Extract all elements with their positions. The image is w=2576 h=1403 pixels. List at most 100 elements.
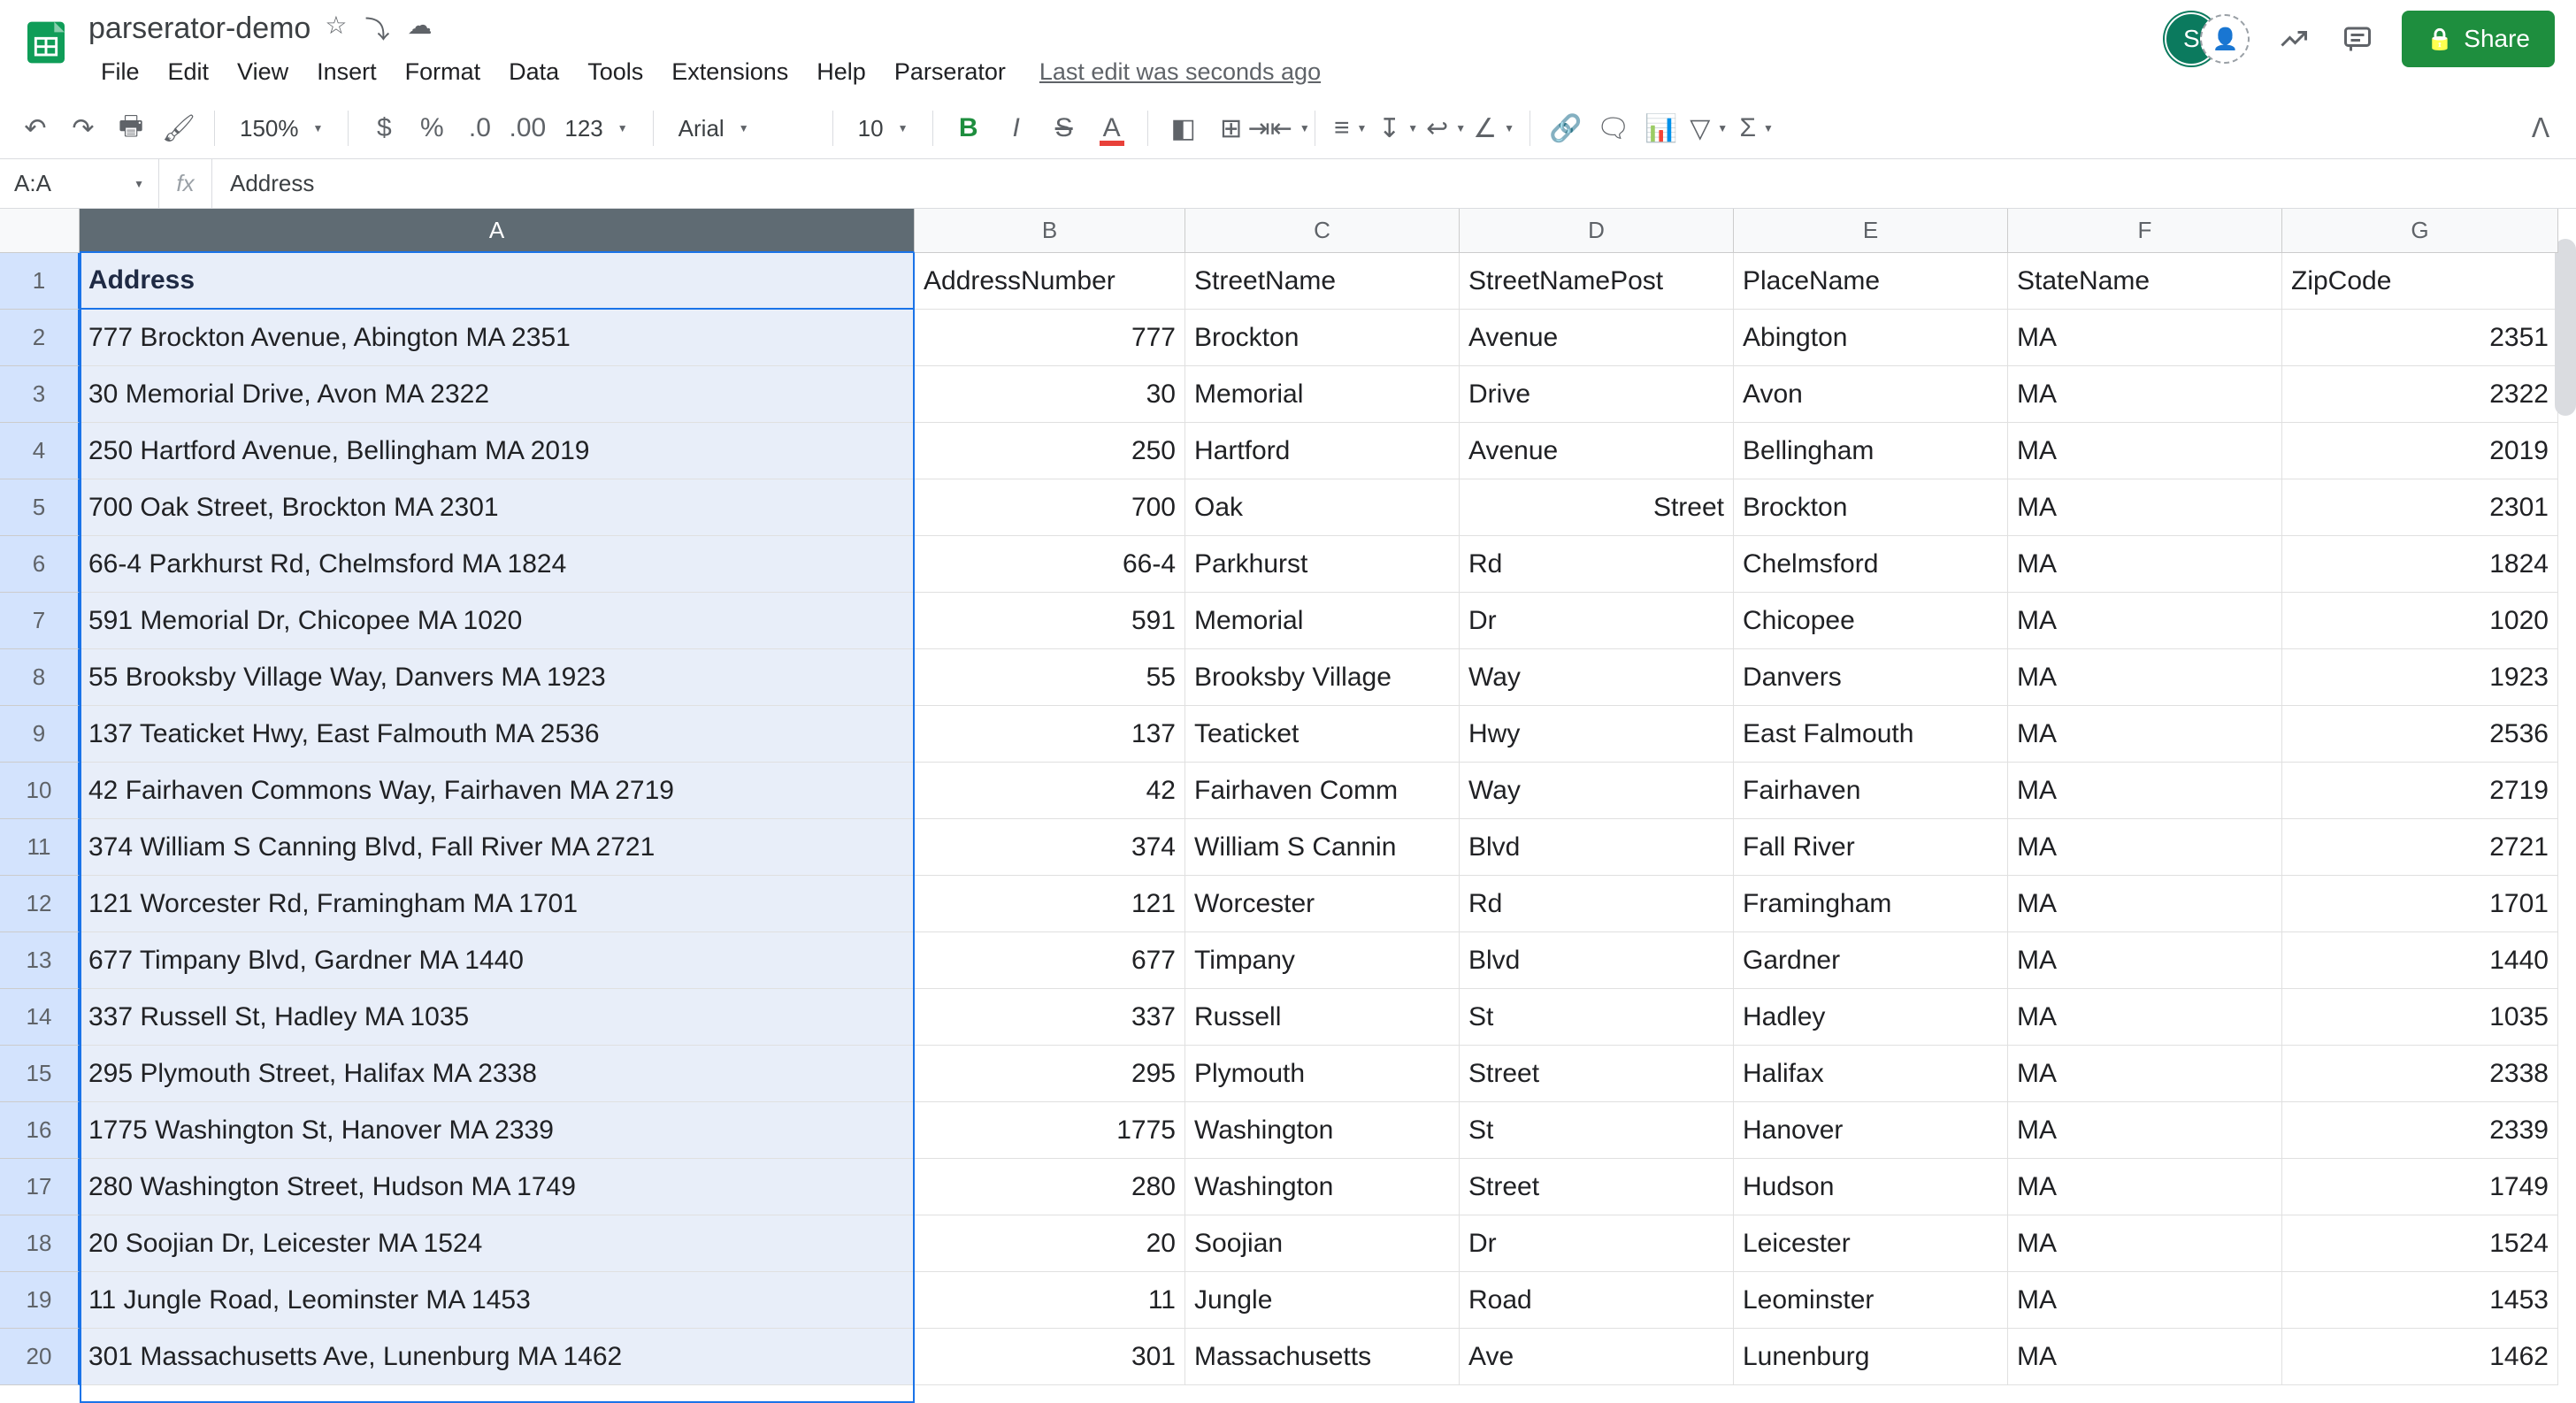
cell[interactable]: Fall River: [1734, 819, 2008, 876]
cell[interactable]: Street: [1460, 1046, 1734, 1102]
cell[interactable]: 677 Timpany Blvd, Gardner MA 1440: [80, 932, 915, 989]
vertical-scrollbar[interactable]: [2555, 239, 2576, 416]
cell[interactable]: 700 Oak Street, Brockton MA 2301: [80, 479, 915, 536]
col-header-E[interactable]: E: [1734, 209, 2008, 253]
functions-icon[interactable]: Σ: [1736, 107, 1778, 150]
cell[interactable]: Blvd: [1460, 932, 1734, 989]
cell[interactable]: Avenue: [1460, 310, 1734, 366]
cell[interactable]: MA: [2008, 310, 2282, 366]
cell[interactable]: Hanover: [1734, 1102, 2008, 1159]
cell[interactable]: MA: [2008, 1159, 2282, 1215]
cell[interactable]: 55: [915, 649, 1185, 706]
comment-icon[interactable]: 🗨: [1592, 107, 1635, 150]
cell[interactable]: 66-4 Parkhurst Rd, Chelmsford MA 1824: [80, 536, 915, 593]
cell[interactable]: 55 Brooksby Village Way, Danvers MA 1923: [80, 649, 915, 706]
cell[interactable]: 137 Teaticket Hwy, East Falmouth MA 2536: [80, 706, 915, 763]
text-color-button[interactable]: A: [1091, 107, 1133, 150]
cell[interactable]: Teaticket: [1185, 706, 1460, 763]
cell[interactable]: 1524: [2282, 1215, 2558, 1272]
cell[interactable]: Washington: [1185, 1102, 1460, 1159]
cell[interactable]: Lunenburg: [1734, 1329, 2008, 1385]
undo-icon[interactable]: ↶: [14, 107, 57, 150]
paint-format-icon[interactable]: 🖌: [157, 107, 200, 150]
italic-button[interactable]: I: [995, 107, 1038, 150]
cell[interactable]: 2301: [2282, 479, 2558, 536]
cell[interactable]: 337: [915, 989, 1185, 1046]
halign-icon[interactable]: ≡: [1330, 107, 1372, 150]
cell[interactable]: Brockton: [1734, 479, 2008, 536]
cell[interactable]: 2721: [2282, 819, 2558, 876]
cell[interactable]: Memorial: [1185, 366, 1460, 423]
cell[interactable]: 1035: [2282, 989, 2558, 1046]
cell[interactable]: Massachusetts: [1185, 1329, 1460, 1385]
cell[interactable]: Fairhaven: [1734, 763, 2008, 819]
row-header-15[interactable]: 15: [0, 1046, 80, 1102]
cell[interactable]: 1775 Washington St, Hanover MA 2339: [80, 1102, 915, 1159]
menu-data[interactable]: Data: [496, 53, 571, 91]
cell[interactable]: William S Cannin: [1185, 819, 1460, 876]
cell[interactable]: Drive: [1460, 366, 1734, 423]
menu-insert[interactable]: Insert: [304, 53, 389, 91]
cell[interactable]: PlaceName: [1734, 253, 2008, 310]
share-button[interactable]: Share: [2402, 11, 2555, 67]
filter-icon[interactable]: ▽: [1688, 107, 1730, 150]
row-header-7[interactable]: 7: [0, 593, 80, 649]
cell[interactable]: Rd: [1460, 876, 1734, 932]
row-header-1[interactable]: 1: [0, 253, 80, 310]
cell[interactable]: MA: [2008, 932, 2282, 989]
merge-icon[interactable]: ⇥⇤: [1258, 107, 1300, 150]
cell[interactable]: Hudson: [1734, 1159, 2008, 1215]
cloud-icon[interactable]: ☁: [407, 11, 432, 46]
cell[interactable]: Hartford: [1185, 423, 1460, 479]
cell[interactable]: Parkhurst: [1185, 536, 1460, 593]
cell[interactable]: Soojian: [1185, 1215, 1460, 1272]
fontsize-select[interactable]: 10: [847, 115, 918, 142]
cell[interactable]: MA: [2008, 763, 2282, 819]
cell[interactable]: 1923: [2282, 649, 2558, 706]
cell[interactable]: MA: [2008, 819, 2282, 876]
cell[interactable]: 591 Memorial Dr, Chicopee MA 1020: [80, 593, 915, 649]
cell[interactable]: Danvers: [1734, 649, 2008, 706]
cell[interactable]: MA: [2008, 423, 2282, 479]
row-header-19[interactable]: 19: [0, 1272, 80, 1329]
row-header-17[interactable]: 17: [0, 1159, 80, 1215]
cell[interactable]: 591: [915, 593, 1185, 649]
collapse-toolbar-icon[interactable]: ᐱ: [2519, 107, 2562, 150]
cell[interactable]: Dr: [1460, 1215, 1734, 1272]
cell[interactable]: MA: [2008, 1329, 2282, 1385]
cell[interactable]: 250 Hartford Avenue, Bellingham MA 2019: [80, 423, 915, 479]
currency-icon[interactable]: $: [363, 107, 405, 150]
row-header-13[interactable]: 13: [0, 932, 80, 989]
row-header-20[interactable]: 20: [0, 1329, 80, 1385]
cell[interactable]: 2351: [2282, 310, 2558, 366]
cell[interactable]: 137: [915, 706, 1185, 763]
cell[interactable]: 2338: [2282, 1046, 2558, 1102]
cell[interactable]: Chelmsford: [1734, 536, 2008, 593]
menu-tools[interactable]: Tools: [575, 53, 656, 91]
cell[interactable]: Rd: [1460, 536, 1734, 593]
col-header-B[interactable]: B: [915, 209, 1185, 253]
cell[interactable]: Gardner: [1734, 932, 2008, 989]
cell[interactable]: 1775: [915, 1102, 1185, 1159]
menu-file[interactable]: File: [88, 53, 152, 91]
cell[interactable]: Plymouth: [1185, 1046, 1460, 1102]
col-header-A[interactable]: A: [80, 209, 915, 253]
select-all-corner[interactable]: [0, 209, 80, 253]
col-header-C[interactable]: C: [1185, 209, 1460, 253]
row-header-4[interactable]: 4: [0, 423, 80, 479]
cell[interactable]: ZipCode: [2282, 253, 2558, 310]
cell[interactable]: StreetName: [1185, 253, 1460, 310]
cell[interactable]: Hwy: [1460, 706, 1734, 763]
cell[interactable]: 677: [915, 932, 1185, 989]
chart-icon[interactable]: 📊: [1640, 107, 1683, 150]
cell[interactable]: Road: [1460, 1272, 1734, 1329]
cell[interactable]: Abington: [1734, 310, 2008, 366]
cell[interactable]: MA: [2008, 366, 2282, 423]
row-header-3[interactable]: 3: [0, 366, 80, 423]
cell[interactable]: Worcester: [1185, 876, 1460, 932]
cell[interactable]: MA: [2008, 479, 2282, 536]
cell[interactable]: Framingham: [1734, 876, 2008, 932]
menu-extensions[interactable]: Extensions: [659, 53, 801, 91]
anon-avatar-icon[interactable]: 👤: [2200, 14, 2250, 64]
cell[interactable]: 11: [915, 1272, 1185, 1329]
